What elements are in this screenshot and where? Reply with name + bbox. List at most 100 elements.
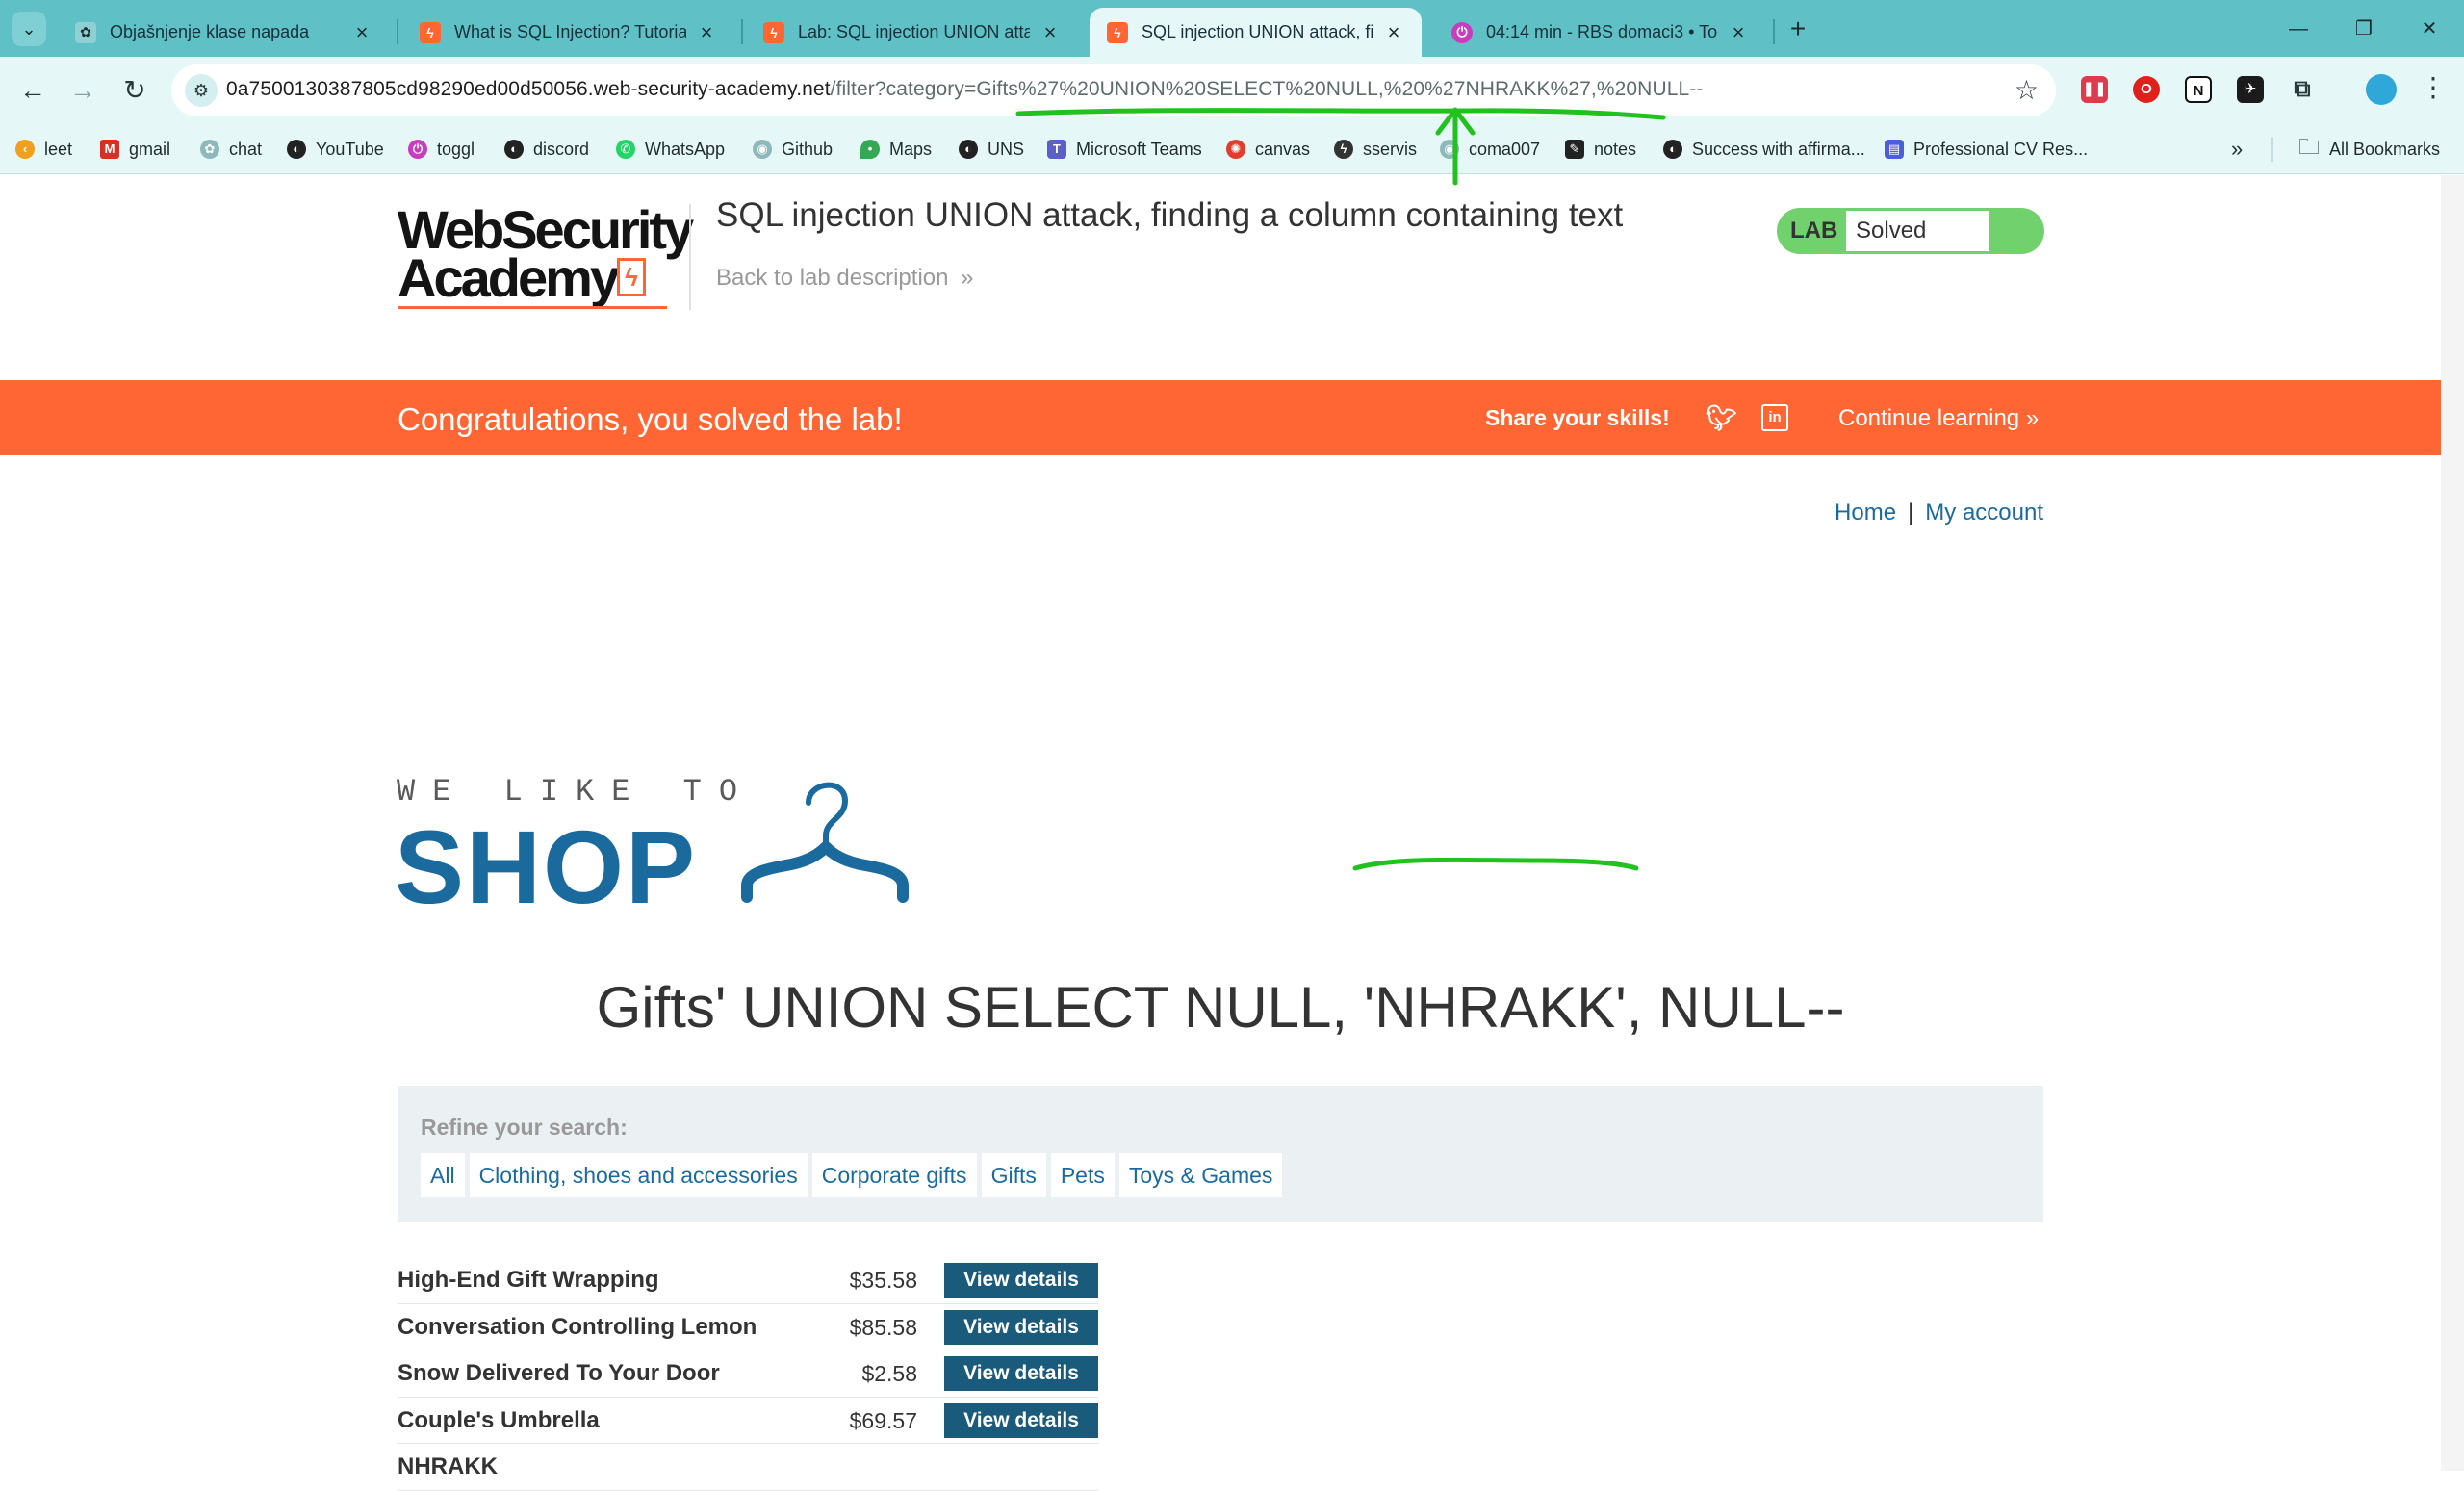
maps-pin-icon: •	[860, 140, 880, 159]
double-chevron-right-icon: »	[2025, 405, 2040, 431]
twitter-icon[interactable]: 🐦︎	[1706, 403, 1737, 432]
bookmark-gmail[interactable]: Mgmail	[100, 136, 170, 163]
notes-icon: ✎	[1565, 140, 1584, 159]
bookmark-teams[interactable]: T Microsoft Teams	[1047, 136, 1202, 163]
shop-tagline: WE LIKE TO	[397, 774, 756, 810]
document-icon: ▤	[1885, 140, 1904, 159]
lightning-mark-icon: ϟ	[617, 258, 646, 296]
tab-active-lab[interactable]: ϟ SQL injection UNION attack, fin ×	[1090, 8, 1422, 57]
bookmark-coma007[interactable]: ◉ coma007	[1440, 136, 1540, 163]
table-row: Couple's Umbrella $69.57 View details	[398, 1398, 1098, 1444]
product-name: Conversation Controlling Lemon	[398, 1313, 757, 1340]
tab-search-button[interactable]: ⌄	[12, 12, 46, 46]
browser-toolbar: ← → ↻ ⚙ 0a7500130387805cd98290ed00d50056…	[0, 57, 2464, 124]
bookmark-whatsapp[interactable]: ✆ WhatsApp	[616, 136, 725, 163]
url-text[interactable]: 0a7500130387805cd98290ed00d50056.web-sec…	[226, 78, 1703, 101]
product-price: $85.58	[849, 1314, 917, 1340]
tab-title: Objašnjenje klase napada	[110, 22, 310, 41]
toggl-icon: ⏻	[1451, 21, 1473, 43]
continue-learning-link[interactable]: Continue learning »	[1838, 405, 2039, 432]
bookmark-github[interactable]: ◉ Github	[753, 136, 833, 163]
bookmark-toggl[interactable]: ⏻ toggl	[408, 136, 475, 163]
bookmark-discord[interactable]: ◐ discord	[504, 136, 589, 163]
bookmark-label: Github	[782, 139, 834, 159]
bookmark-label: Microsoft Teams	[1076, 139, 1202, 159]
pause-extension-icon[interactable]: ❚❚	[2081, 76, 2108, 103]
close-icon[interactable]: ×	[351, 20, 372, 45]
bookmark-label: WhatsApp	[645, 139, 726, 159]
site-info-icon[interactable]: ⚙	[185, 74, 218, 107]
back-link-label: Back to lab description	[716, 265, 949, 291]
filter-toys-games[interactable]: Toys & Games	[1118, 1153, 1283, 1197]
gmail-icon: M	[100, 140, 119, 159]
bookmark-maps[interactable]: • Maps	[860, 136, 932, 163]
globe-icon: ◐	[959, 140, 978, 159]
close-window-icon[interactable]: ✕	[2400, 12, 2458, 46]
tab-separator	[1773, 19, 1775, 44]
filter-gifts[interactable]: Gifts	[981, 1153, 1046, 1197]
url-host: 0a7500130387805cd98290ed00d50056.web-sec…	[226, 78, 831, 100]
category-filter: Refine your search: All Clothing, shoes …	[398, 1086, 2043, 1222]
view-details-button[interactable]: View details	[944, 1263, 1098, 1298]
bookmark-notes[interactable]: ✎ notes	[1565, 136, 1636, 163]
view-details-button[interactable]: View details	[944, 1356, 1098, 1391]
close-icon[interactable]: ×	[1383, 20, 1404, 45]
tab-title: SQL injection UNION attack, fin	[1142, 22, 1373, 41]
home-link[interactable]: Home	[1835, 500, 1896, 526]
tab-toggl[interactable]: ⏻ 04:14 min - RBS domaci3 • Tog ×	[1434, 8, 1766, 57]
bookmark-star-icon[interactable]: ☆	[2015, 74, 2039, 106]
tab-title: What is SQL Injection? Tutorial	[454, 22, 686, 41]
profile-avatar[interactable]	[2366, 74, 2397, 105]
bookmark-cv[interactable]: ▤ Professional CV Res...	[1885, 136, 2088, 163]
minimize-icon[interactable]: —	[2270, 12, 2327, 46]
back-arrow-icon[interactable]: ←	[13, 71, 52, 110]
tab-sqli-tutorial[interactable]: ϟ What is SQL Injection? Tutorial ×	[402, 8, 734, 57]
new-tab-button[interactable]: +	[1781, 12, 1815, 46]
page-scrollbar[interactable]	[2441, 175, 2464, 1471]
close-icon[interactable]: ×	[1040, 20, 1061, 45]
product-price: $2.58	[861, 1361, 917, 1386]
filter-all[interactable]: All	[421, 1153, 465, 1197]
table-row: Snow Delivered To Your Door $2.58 View d…	[398, 1350, 1098, 1398]
send-extension-icon[interactable]: ✈	[2237, 76, 2264, 103]
bookmark-youtube[interactable]: ◐ YouTube	[287, 136, 384, 163]
filter-clothing[interactable]: Clothing, shoes and accessories	[469, 1153, 808, 1197]
globe-icon: ◐	[504, 140, 524, 159]
filter-pets[interactable]: Pets	[1050, 1153, 1115, 1197]
bookmark-canvas[interactable]: ✺ canvas	[1226, 136, 1310, 163]
bookmark-leet[interactable]: ‹ leet	[15, 136, 72, 163]
bookmark-affirmations[interactable]: ◐ Success with affirma...	[1663, 136, 1865, 163]
view-details-button[interactable]: View details	[944, 1309, 1098, 1345]
linkedin-icon[interactable]: in	[1761, 404, 1788, 431]
back-to-lab-link[interactable]: Back to lab description »	[716, 265, 974, 292]
forward-arrow-icon[interactable]: →	[64, 71, 102, 110]
extensions-puzzle-icon[interactable]: ⧉	[2289, 76, 2316, 103]
filter-corporate-gifts[interactable]: Corporate gifts	[811, 1153, 977, 1197]
product-name: Snow Delivered To Your Door	[398, 1360, 720, 1386]
hanger-icon	[741, 782, 909, 903]
web-security-academy-logo[interactable]: WebSecurity Academy ϟ	[398, 203, 694, 312]
leetcode-icon: ‹	[15, 140, 35, 159]
opera-extension-icon[interactable]: O	[2133, 76, 2160, 103]
notion-extension-icon[interactable]: N	[2185, 76, 2212, 103]
bookmark-label: toggl	[437, 139, 475, 159]
bookmark-uns[interactable]: ◐ UNS	[959, 136, 1024, 163]
all-bookmarks[interactable]: 🗀 All Bookmarks	[2298, 135, 2440, 163]
portswigger-icon: ϟ	[420, 21, 441, 43]
browser-menu-icon[interactable]: ⋮	[2420, 71, 2447, 103]
my-account-link[interactable]: My account	[1925, 500, 2043, 526]
close-icon[interactable]: ×	[1728, 20, 1749, 45]
restore-icon[interactable]: ❐	[2335, 12, 2393, 46]
lab-status-value: Solved	[1846, 211, 1989, 251]
more-bookmarks-icon[interactable]: »	[2231, 136, 2243, 163]
view-details-button[interactable]: View details	[944, 1402, 1098, 1438]
tab-chatgpt[interactable]: ✿ Objašnjenje klase napada ×	[58, 8, 390, 57]
bookmark-sservis[interactable]: ϟ sservis	[1334, 136, 1417, 163]
address-bar[interactable]: ⚙ 0a7500130387805cd98290ed00d50056.web-s…	[171, 64, 2056, 116]
product-table: High-End Gift Wrapping $35.58 View detai…	[398, 1257, 1098, 1491]
close-icon[interactable]: ×	[696, 20, 717, 45]
bookmark-label: discord	[533, 139, 590, 159]
tab-lab[interactable]: ϟ Lab: SQL injection UNION attac ×	[746, 8, 1078, 57]
bookmark-chat[interactable]: ✿ chat	[200, 136, 262, 163]
reload-icon[interactable]: ↻	[116, 71, 154, 110]
